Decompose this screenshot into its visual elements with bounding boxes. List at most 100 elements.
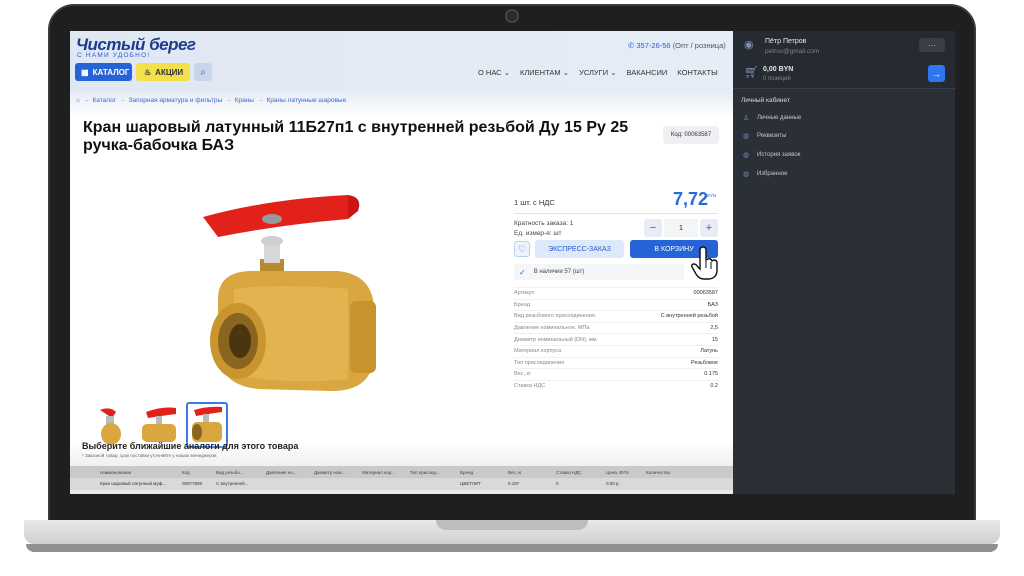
nav-contacts[interactable]: КОНТАКТЫ [677, 68, 717, 77]
fire-icon: ♨ [144, 67, 152, 77]
spec-row: Давление номинальное, МПа 2,5 [514, 321, 718, 334]
laptop-frame: Чистый берег С НАМИ УДОБНО! ▦ КАТАЛОГ ♨ … [0, 0, 1024, 576]
cart-count: 0 позиций [763, 76, 791, 82]
person-icon: ♙ [743, 115, 750, 122]
divider [514, 213, 718, 214]
nav-vacancies[interactable]: ВАКАНСИИ [627, 68, 668, 77]
spec-row: Вес, кг 0.175 [514, 368, 718, 380]
cart-icon: 🛒︎ [744, 65, 760, 79]
cabinet-item-personal[interactable]: ♙ Личные данные [743, 114, 801, 122]
nav-services[interactable]: УСЛУГИ ⌄ [579, 68, 616, 77]
analogs-title: Выберите ближайшие аналоги для этого тов… [82, 441, 299, 451]
phone-note: (Опт / розница) [672, 41, 726, 50]
top-nav: О НАС ⌄ КЛИЕНТАМ ⌄ УСЛУГИ ⌄ ВАКАНСИИ КОН… [478, 68, 718, 77]
price-currency: BYN [707, 193, 717, 198]
account-panel: ◉ Пётр Петров petrov@gmail.com ··· 🛒︎ 0,… [733, 31, 955, 494]
cart-total: 0,00 BYN [763, 66, 794, 73]
search-button[interactable]: ⌕ [194, 63, 212, 81]
globe-icon: ◍ [743, 171, 750, 178]
cabinet-item-favorites[interactable]: ◍ Избранное [743, 170, 787, 178]
table-row[interactable]: Кран шаровый латунный муф... 00077808 С … [70, 478, 733, 490]
unit-of-measure: Ед. измер-я: шт [514, 230, 562, 237]
breadcrumb-item[interactable]: Краны [235, 97, 254, 104]
product-page: ⌂ → Каталог → Запорная арматура и фильтры →… [70, 91, 733, 494]
user-name[interactable]: Пётр Петров [765, 38, 806, 45]
express-order-button[interactable]: ЭКСПРЕСС-ЗАКАЗ [535, 240, 624, 258]
nav-clients[interactable]: КЛИЕНТАМ ⌄ [520, 68, 569, 77]
phone[interactable]: ✆ 357-26-56 (Опт / розница) [628, 41, 726, 50]
account-summary: ◉ Пётр Петров petrov@gmail.com ··· 🛒︎ 0,… [733, 31, 955, 89]
site-header: Чистый берег С НАМИ УДОБНО! ▦ КАТАЛОГ ♨ … [70, 31, 733, 91]
decrement-button[interactable]: − [644, 219, 662, 237]
spec-row: Вид резьбового присоединения С внутренней… [514, 310, 718, 322]
nav-about[interactable]: О НАС ⌄ [478, 68, 510, 77]
more-button[interactable]: ··· [919, 38, 945, 52]
stock-status: ✓ В наличии 57 (шт) [514, 264, 684, 280]
grid-icon: ▦ [81, 67, 89, 77]
column-header[interactable]: Бренд [460, 470, 473, 475]
breadcrumb-item[interactable]: Каталог [92, 97, 116, 104]
spec-row: Диаметр номинальный (DN), мм 15 [514, 333, 718, 345]
user-email: petrov@gmail.com [765, 48, 820, 55]
chevron-down-icon: ⌄ [610, 68, 617, 77]
phone-number: 357-26-56 [636, 41, 671, 50]
cabinet-item-history[interactable]: ◍ История заявок [743, 151, 800, 159]
go-to-cart-button[interactable]: → [928, 65, 945, 82]
laptop-notch [436, 520, 588, 530]
analogs-table-header: Наименование Код Вид резьбо... Давление … [70, 466, 733, 478]
column-header[interactable]: Тип присоед... [410, 470, 440, 475]
column-header[interactable]: Цена, BYN [606, 470, 629, 475]
spec-row: Ставка НДС 0.2 [514, 379, 718, 392]
screen: Чистый берег С НАМИ УДОБНО! ▦ КАТАЛОГ ♨ … [70, 31, 955, 494]
spec-row: Бренд БАЗ [514, 298, 718, 311]
chevron-down-icon: ⌄ [503, 68, 510, 77]
order-info: Кратность заказа: 1 Ед. измер-я: шт [514, 219, 573, 239]
chevron-down-icon: ⌄ [562, 68, 570, 77]
spec-row: Артикул 00063587 [514, 287, 718, 299]
cabinet-item-requisites[interactable]: ◍ Реквизиты [743, 132, 786, 140]
spec-row: Тип присоединения Резьбовое [514, 356, 718, 369]
column-header[interactable]: Количество [646, 470, 670, 475]
stock-label: В наличии 57 (шт) [533, 269, 585, 275]
column-header[interactable]: Код [182, 470, 190, 475]
breadcrumb: ⌂ → Каталог → Запорная арматура и фильтры →… [76, 97, 347, 104]
product-image[interactable] [198, 189, 388, 401]
heart-icon: ♡ [517, 243, 527, 254]
webcam [505, 9, 519, 23]
page-title: Кран шаровый латунный 11Б27п1 с внутренн… [83, 119, 629, 154]
quantity-input[interactable]: 1 [664, 219, 698, 237]
logo-tagline: С НАМИ УДОБНО! [77, 52, 151, 59]
header-fade [70, 91, 733, 119]
search-icon: ⌕ [200, 66, 206, 78]
column-header[interactable]: Давление но... [266, 470, 296, 475]
favorite-button[interactable]: ♡ [514, 241, 530, 257]
phone-icon: ✆ [628, 41, 635, 50]
hand-cursor-icon [691, 246, 718, 280]
promo-label: АКЦИИ [155, 67, 184, 77]
promo-button[interactable]: ♨ АКЦИИ [136, 63, 190, 81]
column-header[interactable]: Материал кор... [362, 470, 395, 475]
breadcrumb-item[interactable]: Запорная арматура и фильтры [129, 97, 223, 104]
column-header[interactable]: Диаметр ном... [314, 470, 345, 475]
column-header[interactable]: Вид резьбо... [216, 470, 244, 475]
website: Чистый берег С НАМИ УДОБНО! ▦ КАТАЛОГ ♨ … [70, 31, 733, 494]
quantity-stepper: − 1 + [644, 219, 718, 237]
specs-table: Артикул 00063587 Бренд БАЗ Вид резьбового … [514, 287, 718, 391]
increment-button[interactable]: + [700, 219, 718, 237]
user-icon: ◉ [744, 39, 754, 51]
product-code: Код: 00063587 [663, 126, 719, 144]
catalog-button[interactable]: ▦ КАТАЛОГ [75, 63, 132, 81]
home-icon[interactable]: ⌂ [76, 97, 80, 104]
column-header[interactable]: Наименование [100, 470, 131, 475]
arrow-right-icon: → [932, 68, 941, 79]
breadcrumb-item[interactable]: Краны латунные шаровые [266, 97, 346, 104]
catalog-label: КАТАЛОГ [92, 67, 130, 77]
column-header[interactable]: Вес, кг [508, 470, 522, 475]
price-unit-label: 1 шт. с НДС [514, 198, 555, 207]
cabinet-title: Личный кабинет [741, 97, 790, 104]
globe-icon: ◍ [743, 133, 750, 140]
check-icon: ✓ [519, 267, 526, 277]
laptop-shadow [26, 544, 998, 552]
column-header[interactable]: Ставка НДС [556, 470, 582, 475]
order-multiplicity: Кратность заказа: 1 [514, 220, 574, 227]
